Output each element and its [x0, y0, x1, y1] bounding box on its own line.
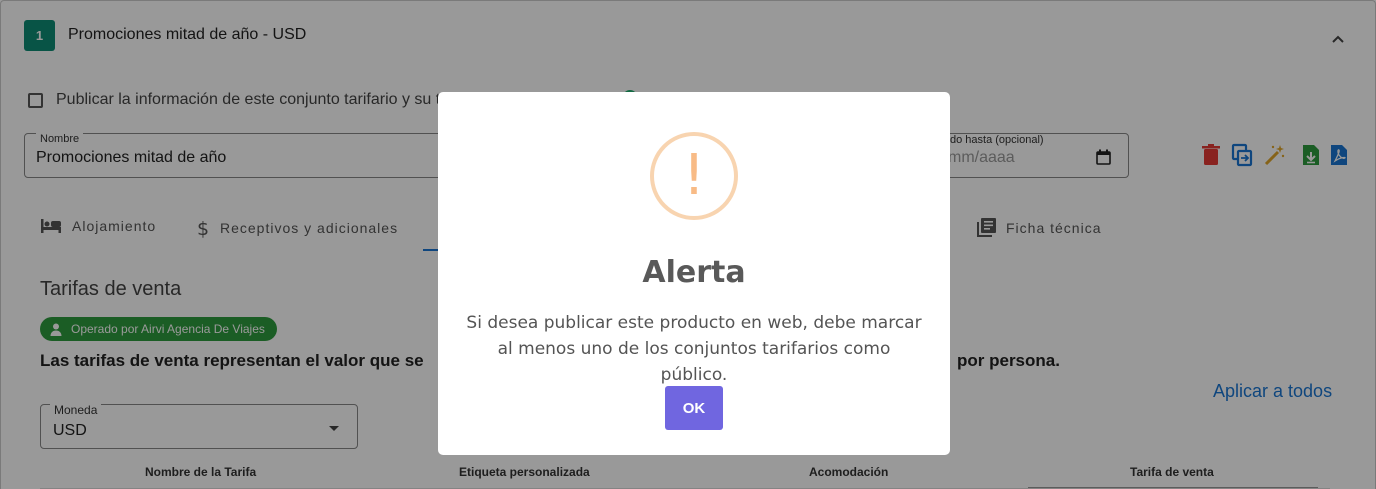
warning-icon: ! — [650, 132, 738, 220]
warning-mark: ! — [682, 143, 706, 208]
dialog-title: Alerta — [642, 255, 746, 290]
dialog-message: Si desea publicar este producto en web, … — [466, 313, 922, 385]
alert-dialog: ! Alerta Si desea publicar este producto… — [438, 92, 950, 455]
ok-button[interactable]: OK — [665, 386, 723, 430]
